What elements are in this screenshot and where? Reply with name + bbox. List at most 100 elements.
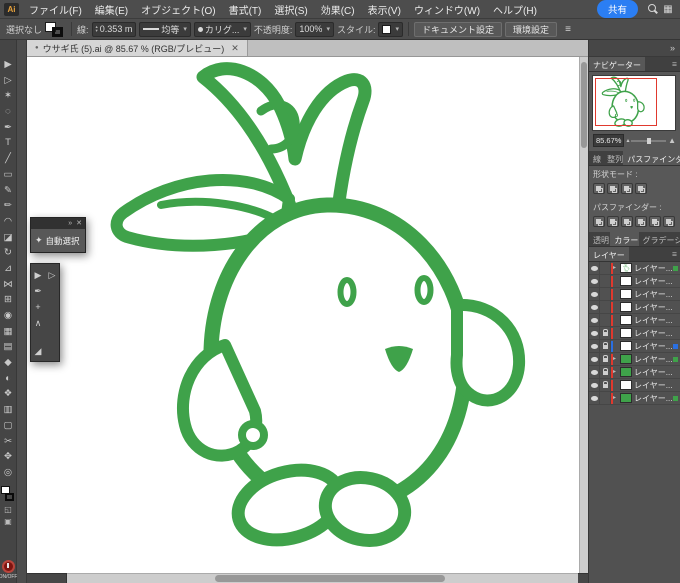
navigator-zoom-slider[interactable] xyxy=(631,137,667,144)
visibility-toggle[interactable] xyxy=(589,313,600,327)
layer-name[interactable]: レイヤー... xyxy=(634,289,673,300)
fill-stroke-indicator[interactable] xyxy=(1,485,15,504)
crop-button[interactable] xyxy=(635,216,647,227)
lock-toggle[interactable] xyxy=(600,287,611,301)
eyedropper-tool[interactable]: ◆ xyxy=(0,355,16,371)
shape-builder-tool[interactable]: ◉ xyxy=(0,308,16,324)
panel-menu-icon[interactable]: ≡ xyxy=(672,57,680,71)
lasso-tool[interactable]: ◌ xyxy=(0,104,16,120)
layer-name[interactable]: レイヤー... xyxy=(634,367,673,378)
fill-stroke-swatches[interactable] xyxy=(45,21,66,38)
visibility-toggle[interactable] xyxy=(589,378,600,392)
paintbrush-tool[interactable]: ✎ xyxy=(0,183,16,199)
line-segment-tool[interactable]: ╱ xyxy=(0,151,16,167)
lock-toggle[interactable] xyxy=(600,352,611,366)
layer-row[interactable]: ▸ レイヤー... xyxy=(589,391,680,405)
visibility-toggle[interactable] xyxy=(589,391,600,405)
corner-widget-tool[interactable]: ◢ xyxy=(31,343,45,359)
layer-row[interactable]: レイヤー... xyxy=(589,287,680,301)
rotate-tool[interactable]: ↻ xyxy=(0,245,16,261)
menu-file[interactable]: ファイル(F) xyxy=(23,2,88,17)
document-tab[interactable]: ● ウサギ氏 (5).ai @ 85.67 % (RGB/プレビュー) ✕ xyxy=(27,40,248,56)
layer-thumbnail[interactable] xyxy=(620,302,632,312)
direct-selection-tool[interactable]: ▷ xyxy=(45,267,59,283)
layer-name[interactable]: レイヤー... xyxy=(634,341,673,352)
stroke-weight-stepper[interactable]: ▴ ▾ xyxy=(96,24,98,34)
menu-effect[interactable]: 効果(C) xyxy=(315,2,361,17)
layer-thumbnail[interactable] xyxy=(620,328,632,338)
lock-toggle[interactable] xyxy=(600,261,611,275)
tab-pathfinder[interactable]: パスファインダー xyxy=(623,151,680,165)
magic-wand-tool[interactable]: ✶ xyxy=(0,88,16,104)
lock-toggle[interactable] xyxy=(600,391,611,405)
menu-edit[interactable]: 編集(E) xyxy=(89,2,134,17)
stroke-weight-field[interactable]: ▴ ▾ 0.353 m xyxy=(91,21,137,37)
panel-menu-icon[interactable]: ≡ xyxy=(560,24,576,35)
tab-color[interactable]: カラー xyxy=(610,232,639,246)
panel-collapse-icon[interactable]: » xyxy=(68,218,72,229)
zoom-in-icon[interactable]: ▲ xyxy=(668,136,676,145)
floating-toolbar[interactable]: ▶ ▷ ✒ + ∧ ◢ xyxy=(30,263,60,362)
hand-tool[interactable]: ✥ xyxy=(0,449,16,465)
expand-caret-icon[interactable]: ▸ xyxy=(613,353,618,366)
tab-navigator[interactable]: ナビゲーター xyxy=(589,57,645,71)
menu-object[interactable]: オブジェクト(O) xyxy=(135,2,221,17)
layer-row[interactable]: ▸ レイヤー... xyxy=(589,365,680,379)
tab-align[interactable]: 整列 xyxy=(603,151,623,165)
stroke-weight-value[interactable]: 0.353 m xyxy=(100,24,133,34)
lock-toggle[interactable] xyxy=(600,326,611,340)
divide-button[interactable] xyxy=(593,216,605,227)
outline-button[interactable] xyxy=(649,216,661,227)
visibility-toggle[interactable] xyxy=(589,365,600,379)
share-button[interactable]: 共有 xyxy=(596,0,638,18)
layer-name[interactable]: レイヤー... xyxy=(634,393,673,404)
tab-transparency[interactable]: 透明 xyxy=(589,232,610,246)
expand-caret-icon[interactable]: ▸ xyxy=(613,366,618,379)
tab-gradient[interactable]: グラデーシ xyxy=(639,232,680,246)
layer-row[interactable]: ▸ レイヤー... xyxy=(589,352,680,366)
navigator-zoom-field[interactable]: 85.67% xyxy=(593,134,625,147)
layer-thumbnail[interactable] xyxy=(620,341,632,351)
layer-thumbnail[interactable] xyxy=(620,367,632,377)
canvas[interactable]: » ✕ ✦ 自動選択 ▶ ▷ ✒ + ∧ ◢ xyxy=(27,57,588,583)
document-setup-button[interactable]: ドキュメント設定 xyxy=(413,21,502,37)
layer-row[interactable]: レイヤー... xyxy=(589,339,680,353)
draw-mode-icon[interactable]: ◱ xyxy=(0,504,16,516)
lock-toggle[interactable] xyxy=(600,339,611,353)
slice-tool[interactable]: ✂ xyxy=(0,434,16,450)
lock-toggle[interactable] xyxy=(600,365,611,379)
type-tool[interactable]: T xyxy=(0,135,16,151)
layer-thumbnail[interactable] xyxy=(620,315,632,325)
collapse-panels-icon[interactable]: » xyxy=(670,43,675,53)
menu-window[interactable]: ウィンドウ(W) xyxy=(408,2,486,17)
layer-name[interactable]: レイヤー... xyxy=(634,315,673,326)
layer-row[interactable]: レイヤー... xyxy=(589,313,680,327)
vertical-scrollbar[interactable] xyxy=(579,57,588,573)
minus-back-button[interactable] xyxy=(663,216,675,227)
lock-toggle[interactable] xyxy=(600,313,611,327)
exclude-button[interactable] xyxy=(635,183,647,194)
horizontal-scrollbar-thumb[interactable] xyxy=(215,575,446,582)
visibility-toggle[interactable] xyxy=(589,352,600,366)
selection-tool[interactable]: ▶ xyxy=(0,57,16,73)
layer-name[interactable]: レイヤー... xyxy=(634,302,673,313)
artboard-tool[interactable]: ▢ xyxy=(0,418,16,434)
menu-type[interactable]: 書式(T) xyxy=(223,2,268,17)
blend-tool[interactable]: ◐ xyxy=(0,371,16,387)
merge-button[interactable] xyxy=(621,216,633,227)
eraser-tool[interactable]: ◪ xyxy=(0,230,16,246)
pen-tool[interactable]: ✒ xyxy=(31,283,45,299)
visibility-toggle[interactable] xyxy=(589,287,600,301)
mesh-tool[interactable]: ▦ xyxy=(0,324,16,340)
layer-name[interactable]: レイヤー... xyxy=(634,380,673,391)
free-transform-tool[interactable]: ⊞ xyxy=(0,292,16,308)
horizontal-scrollbar[interactable] xyxy=(67,573,578,583)
lock-toggle[interactable] xyxy=(600,274,611,288)
zoom-out-icon[interactable]: ▴ xyxy=(626,137,629,144)
layer-name[interactable]: レイヤー... xyxy=(634,276,673,287)
auto-select-panel[interactable]: » ✕ ✦ 自動選択 xyxy=(30,217,86,253)
style-dropdown[interactable]: ▾ xyxy=(378,21,403,37)
navigator-proxy-view-rect[interactable] xyxy=(595,78,657,126)
layer-name[interactable]: レイヤー... xyxy=(634,328,673,339)
visibility-toggle[interactable] xyxy=(589,274,600,288)
